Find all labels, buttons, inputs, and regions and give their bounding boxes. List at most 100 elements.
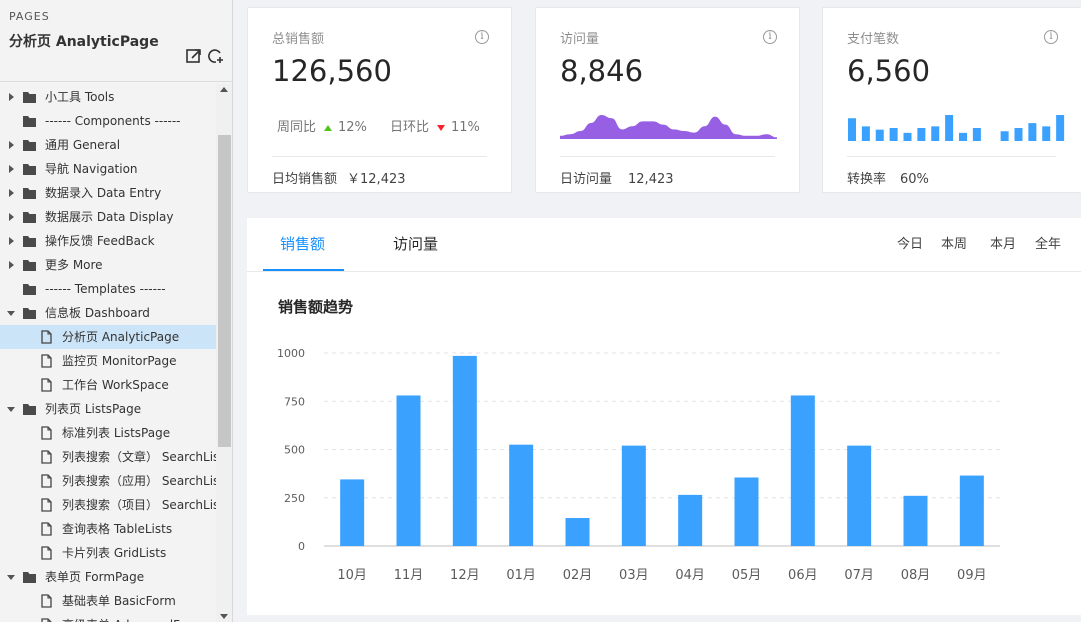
wow-label: 周同比 bbox=[277, 120, 317, 135]
file-icon bbox=[41, 450, 52, 464]
scroll-down-icon[interactable] bbox=[220, 614, 228, 619]
folder-icon bbox=[23, 212, 36, 223]
mini-bar bbox=[1014, 128, 1023, 141]
tree-page-item[interactable]: 列表搜索（文章） SearchList bbox=[0, 445, 216, 469]
tree-folder-item[interactable]: 小工具 Tools bbox=[0, 85, 216, 109]
chevron-right-icon[interactable] bbox=[4, 253, 18, 277]
export-icon[interactable] bbox=[185, 47, 203, 65]
x-tick-label: 12月 bbox=[450, 568, 480, 583]
mini-bar bbox=[959, 132, 967, 141]
tree-folder-item[interactable]: 列表页 ListsPage bbox=[0, 397, 216, 421]
tree-folder-item[interactable]: ------ Components ------ bbox=[0, 109, 216, 133]
wow-value: 12% bbox=[338, 120, 367, 135]
sales-card-footer: 日均销售额 ￥12,423 bbox=[272, 156, 487, 187]
visits-card: 访问量 i 8,846 日访问量 12,423 bbox=[535, 7, 800, 193]
tree-folder-item[interactable]: 数据录入 Data Entry bbox=[0, 181, 216, 205]
tree-folder-item[interactable]: 表单页 FormPage bbox=[0, 565, 216, 589]
bar-07月[interactable] bbox=[847, 445, 872, 546]
tree-folder-item[interactable]: 数据展示 Data Display bbox=[0, 205, 216, 229]
info-icon[interactable]: i bbox=[1044, 30, 1058, 44]
x-tick-label: 06月 bbox=[788, 568, 818, 583]
bar-01月[interactable] bbox=[509, 444, 534, 546]
bar-04月[interactable] bbox=[678, 494, 703, 546]
chevron-down-icon[interactable] bbox=[4, 565, 18, 589]
mini-bar bbox=[917, 128, 926, 141]
mini-bar bbox=[972, 128, 981, 141]
file-icon bbox=[41, 546, 52, 560]
tree-folder-item[interactable]: 信息板 Dashboard bbox=[0, 301, 216, 325]
mini-bar bbox=[903, 132, 912, 141]
tree-page-item[interactable]: 列表搜索（应用） SearchList bbox=[0, 469, 216, 493]
footer-value: 12,423 bbox=[628, 172, 674, 187]
payments-card-value: 6,560 bbox=[847, 54, 931, 88]
tree-folder-item[interactable]: 操作反馈 FeedBack bbox=[0, 229, 216, 253]
footer-label: 日访问量 bbox=[560, 172, 613, 187]
footer-label: 日均销售额 bbox=[272, 172, 338, 187]
bar-12月[interactable] bbox=[452, 355, 477, 546]
tree-item-label: 通用 General bbox=[45, 138, 121, 152]
add-page-icon[interactable] bbox=[207, 47, 225, 65]
bar-10月[interactable] bbox=[340, 479, 365, 546]
tree-item-label: 标准列表 ListsPage bbox=[62, 426, 171, 440]
chevron-down-icon[interactable] bbox=[4, 397, 18, 421]
week-over-week: 周同比 12% bbox=[277, 116, 367, 135]
folder-icon bbox=[23, 404, 36, 415]
folder-icon bbox=[23, 164, 36, 175]
visits-card-title: 访问量 bbox=[560, 32, 600, 47]
chevron-right-icon[interactable] bbox=[4, 205, 18, 229]
info-icon[interactable]: i bbox=[475, 30, 489, 44]
tree-item-label: ------ Templates ------ bbox=[45, 282, 166, 296]
file-icon bbox=[41, 498, 52, 512]
chevron-right-icon[interactable] bbox=[4, 229, 18, 253]
tree-item-label: 查询表格 TableLists bbox=[62, 522, 173, 536]
file-icon bbox=[41, 330, 52, 344]
chevron-right-icon[interactable] bbox=[4, 133, 18, 157]
mini-bar bbox=[1000, 131, 1009, 141]
payments-card-footer: 转换率 60% bbox=[847, 156, 1056, 187]
x-tick-label: 01月 bbox=[506, 568, 536, 583]
chevron-down-icon[interactable] bbox=[4, 301, 18, 325]
tree-item-label: 数据录入 Data Entry bbox=[45, 186, 162, 200]
tree-page-item[interactable]: 卡片列表 GridLists bbox=[0, 541, 216, 565]
tree-item-label: 列表页 ListsPage bbox=[45, 402, 142, 416]
pages-sidebar: PAGES 分析页 AnalyticPage 小工具 Tools ------ C… bbox=[0, 0, 233, 622]
mini-bar bbox=[1042, 126, 1051, 141]
bar-09月[interactable] bbox=[959, 475, 984, 546]
x-tick-label: 10月 bbox=[337, 568, 367, 583]
tree-page-item[interactable]: 基础表单 BasicForm bbox=[0, 589, 216, 613]
bar-05月[interactable] bbox=[734, 477, 759, 546]
bar-02月[interactable] bbox=[565, 518, 590, 546]
chevron-right-icon[interactable] bbox=[4, 157, 18, 181]
tree-item-label: 分析页 AnalyticPage bbox=[62, 330, 180, 344]
info-icon[interactable]: i bbox=[763, 30, 777, 44]
tree-folder-item[interactable]: 通用 General bbox=[0, 133, 216, 157]
visits-area bbox=[560, 115, 777, 139]
y-tick-label: 0 bbox=[298, 540, 305, 553]
tree-page-item[interactable]: 查询表格 TableLists bbox=[0, 517, 216, 541]
chevron-right-icon[interactable] bbox=[4, 181, 18, 205]
chevron-right-icon[interactable] bbox=[4, 85, 18, 109]
tree-page-item[interactable]: 监控页 MonitorPage bbox=[0, 349, 216, 373]
sidebar-scrollbar[interactable] bbox=[216, 84, 232, 622]
tree-page-item[interactable]: 标准列表 ListsPage bbox=[0, 421, 216, 445]
bar-08月[interactable] bbox=[903, 495, 928, 546]
bar-06月[interactable] bbox=[790, 395, 815, 546]
tree-page-item[interactable]: 列表搜索（项目） SearchList bbox=[0, 493, 216, 517]
tree-item-label: 列表搜索（文章） SearchList bbox=[62, 450, 216, 464]
tree-folder-item[interactable]: 导航 Navigation bbox=[0, 157, 216, 181]
bar-03月[interactable] bbox=[621, 445, 646, 546]
tree-page-item[interactable]: 分析页 AnalyticPage bbox=[0, 325, 216, 349]
tree-item-label: 表单页 FormPage bbox=[45, 570, 145, 584]
tree-page-item[interactable]: 高级表单 AdvancedForm bbox=[0, 613, 216, 622]
tree-page-item[interactable]: 工作台 WorkSpace bbox=[0, 373, 216, 397]
file-icon bbox=[41, 618, 52, 622]
folder-icon bbox=[23, 236, 36, 247]
tree-folder-item[interactable]: ------ Templates ------ bbox=[0, 277, 216, 301]
bar-11月[interactable] bbox=[396, 395, 421, 546]
scrollbar-thumb[interactable] bbox=[218, 135, 231, 447]
mini-bar bbox=[861, 126, 870, 141]
y-tick-label: 750 bbox=[284, 395, 305, 408]
scroll-up-icon[interactable] bbox=[220, 87, 228, 92]
tree-folder-item[interactable]: 更多 More bbox=[0, 253, 216, 277]
dod-label: 日环比 bbox=[390, 120, 430, 135]
